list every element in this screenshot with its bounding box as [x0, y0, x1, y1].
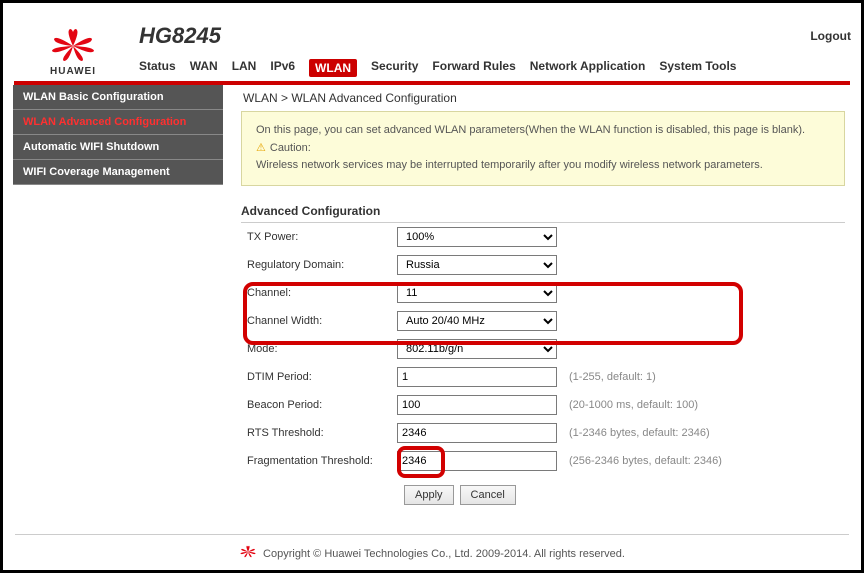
- tab-system-tools[interactable]: System Tools: [659, 59, 736, 77]
- tab-wan[interactable]: WAN: [190, 59, 218, 77]
- warning-icon: ⚠: [256, 142, 266, 154]
- model-title: HG8245: [139, 23, 851, 49]
- tab-status[interactable]: Status: [139, 59, 176, 77]
- sidebar-item-wlan-basic-configuration[interactable]: WLAN Basic Configuration: [13, 85, 223, 110]
- brand-text: HUAWEI: [50, 66, 96, 77]
- channel-label: Channel:: [241, 279, 391, 307]
- top-nav: Status WAN LAN IPv6 WLAN Security Forward Rule…: [139, 59, 851, 81]
- info-line1: On this page, you can set advanced WLAN …: [256, 122, 830, 140]
- beacon-label: Beacon Period:: [241, 391, 391, 419]
- tab-security[interactable]: Security: [371, 59, 418, 77]
- brand-logo: HUAWEI: [13, 11, 133, 81]
- reg-domain-label: Regulatory Domain:: [241, 251, 391, 279]
- breadcrumb: WLAN > WLAN Advanced Configuration: [241, 85, 845, 111]
- huawei-flower-icon: [48, 29, 98, 64]
- frag-input[interactable]: [397, 451, 557, 471]
- cancel-button[interactable]: Cancel: [460, 485, 516, 505]
- tab-ipv6[interactable]: IPv6: [270, 59, 295, 77]
- tx-power-select[interactable]: 100%: [397, 227, 557, 247]
- rts-label: RTS Threshold:: [241, 419, 391, 447]
- rts-hint: (1-2346 bytes, default: 2346): [563, 419, 845, 447]
- beacon-hint: (20-1000 ms, default: 100): [563, 391, 845, 419]
- beacon-input[interactable]: [397, 395, 557, 415]
- channel-select[interactable]: 11: [397, 283, 557, 303]
- tab-forward-rules[interactable]: Forward Rules: [432, 59, 515, 77]
- info-caution: Caution:: [270, 142, 311, 154]
- dtim-input[interactable]: [397, 367, 557, 387]
- apply-button[interactable]: Apply: [404, 485, 454, 505]
- channel-width-label: Channel Width:: [241, 307, 391, 335]
- tx-power-label: TX Power:: [241, 223, 391, 251]
- info-box: On this page, you can set advanced WLAN …: [241, 111, 845, 186]
- footer: Copyright © Huawei Technologies Co., Ltd…: [13, 535, 851, 570]
- footer-text: Copyright © Huawei Technologies Co., Ltd…: [263, 548, 625, 560]
- dtim-label: DTIM Period:: [241, 363, 391, 391]
- sidebar-item-automatic-wifi-shutdown[interactable]: Automatic WIFI Shutdown: [13, 135, 223, 160]
- dtim-hint: (1-255, default: 1): [563, 363, 845, 391]
- footer-logo-icon: [239, 545, 257, 562]
- tab-lan[interactable]: LAN: [232, 59, 257, 77]
- channel-width-select[interactable]: Auto 20/40 MHz: [397, 311, 557, 331]
- tab-wlan[interactable]: WLAN: [309, 59, 357, 77]
- mode-select[interactable]: 802.11b/g/n: [397, 339, 557, 359]
- mode-label: Mode:: [241, 335, 391, 363]
- sidebar-item-wifi-coverage-management[interactable]: WIFI Coverage Management: [13, 160, 223, 185]
- sidebar: WLAN Basic ConfigurationWLAN Advanced Co…: [13, 85, 223, 520]
- frag-label: Fragmentation Threshold:: [241, 447, 391, 475]
- info-line2: Wireless network services may be interru…: [256, 157, 830, 175]
- frag-hint: (256-2346 bytes, default: 2346): [563, 447, 845, 475]
- section-title: Advanced Configuration: [241, 200, 845, 223]
- reg-domain-select[interactable]: Russia: [397, 255, 557, 275]
- sidebar-item-wlan-advanced-configuration[interactable]: WLAN Advanced Configuration: [13, 110, 223, 135]
- tab-network-application[interactable]: Network Application: [530, 59, 646, 77]
- logout-link[interactable]: Logout: [810, 29, 851, 43]
- rts-input[interactable]: [397, 423, 557, 443]
